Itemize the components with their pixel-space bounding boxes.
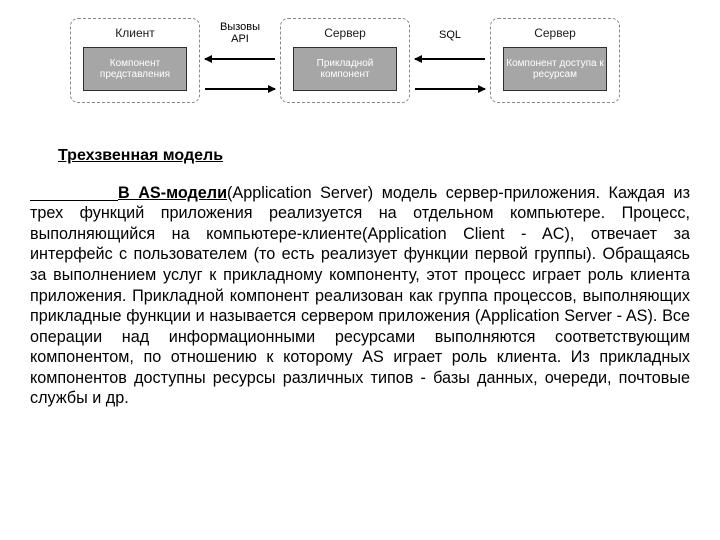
indent-underline: [30, 200, 118, 201]
node-client-title: Клиент: [71, 25, 199, 41]
arrow-right-icon: [415, 88, 485, 90]
node-resource: Сервер Компонент доступа к ресурсам: [490, 18, 620, 103]
arrow-left-icon: [205, 58, 275, 60]
lead-phrase: В AS-модели: [118, 184, 227, 202]
node-client: Клиент Компонент представления: [70, 18, 200, 103]
node-appserver: Сервер Прикладной компонент: [280, 18, 410, 103]
node-appserver-inner: Прикладной компонент: [293, 47, 397, 91]
section-heading: Трехзвенная модель: [30, 145, 690, 167]
arrow-label-api: Вызовы API: [205, 22, 275, 45]
node-client-inner: Компонент представления: [83, 47, 187, 91]
node-resource-inner: Компонент доступа к ресурсам: [503, 47, 607, 91]
arrow-left-icon: [415, 58, 485, 60]
three-tier-diagram: Клиент Компонент представления Вызовы AP…: [30, 10, 690, 120]
arrow-label-sql: SQL: [415, 30, 485, 42]
arrow-group-api: Вызовы API: [205, 40, 275, 90]
node-appserver-title: Сервер: [281, 25, 409, 41]
arrow-right-icon: [205, 88, 275, 90]
body-text-content: (Application Server) модель сервер-прило…: [30, 184, 690, 408]
node-resource-title: Сервер: [491, 25, 619, 41]
body-paragraph: В AS-модели(Application Server) модель с…: [30, 183, 690, 409]
arrow-group-sql: SQL: [415, 40, 485, 90]
